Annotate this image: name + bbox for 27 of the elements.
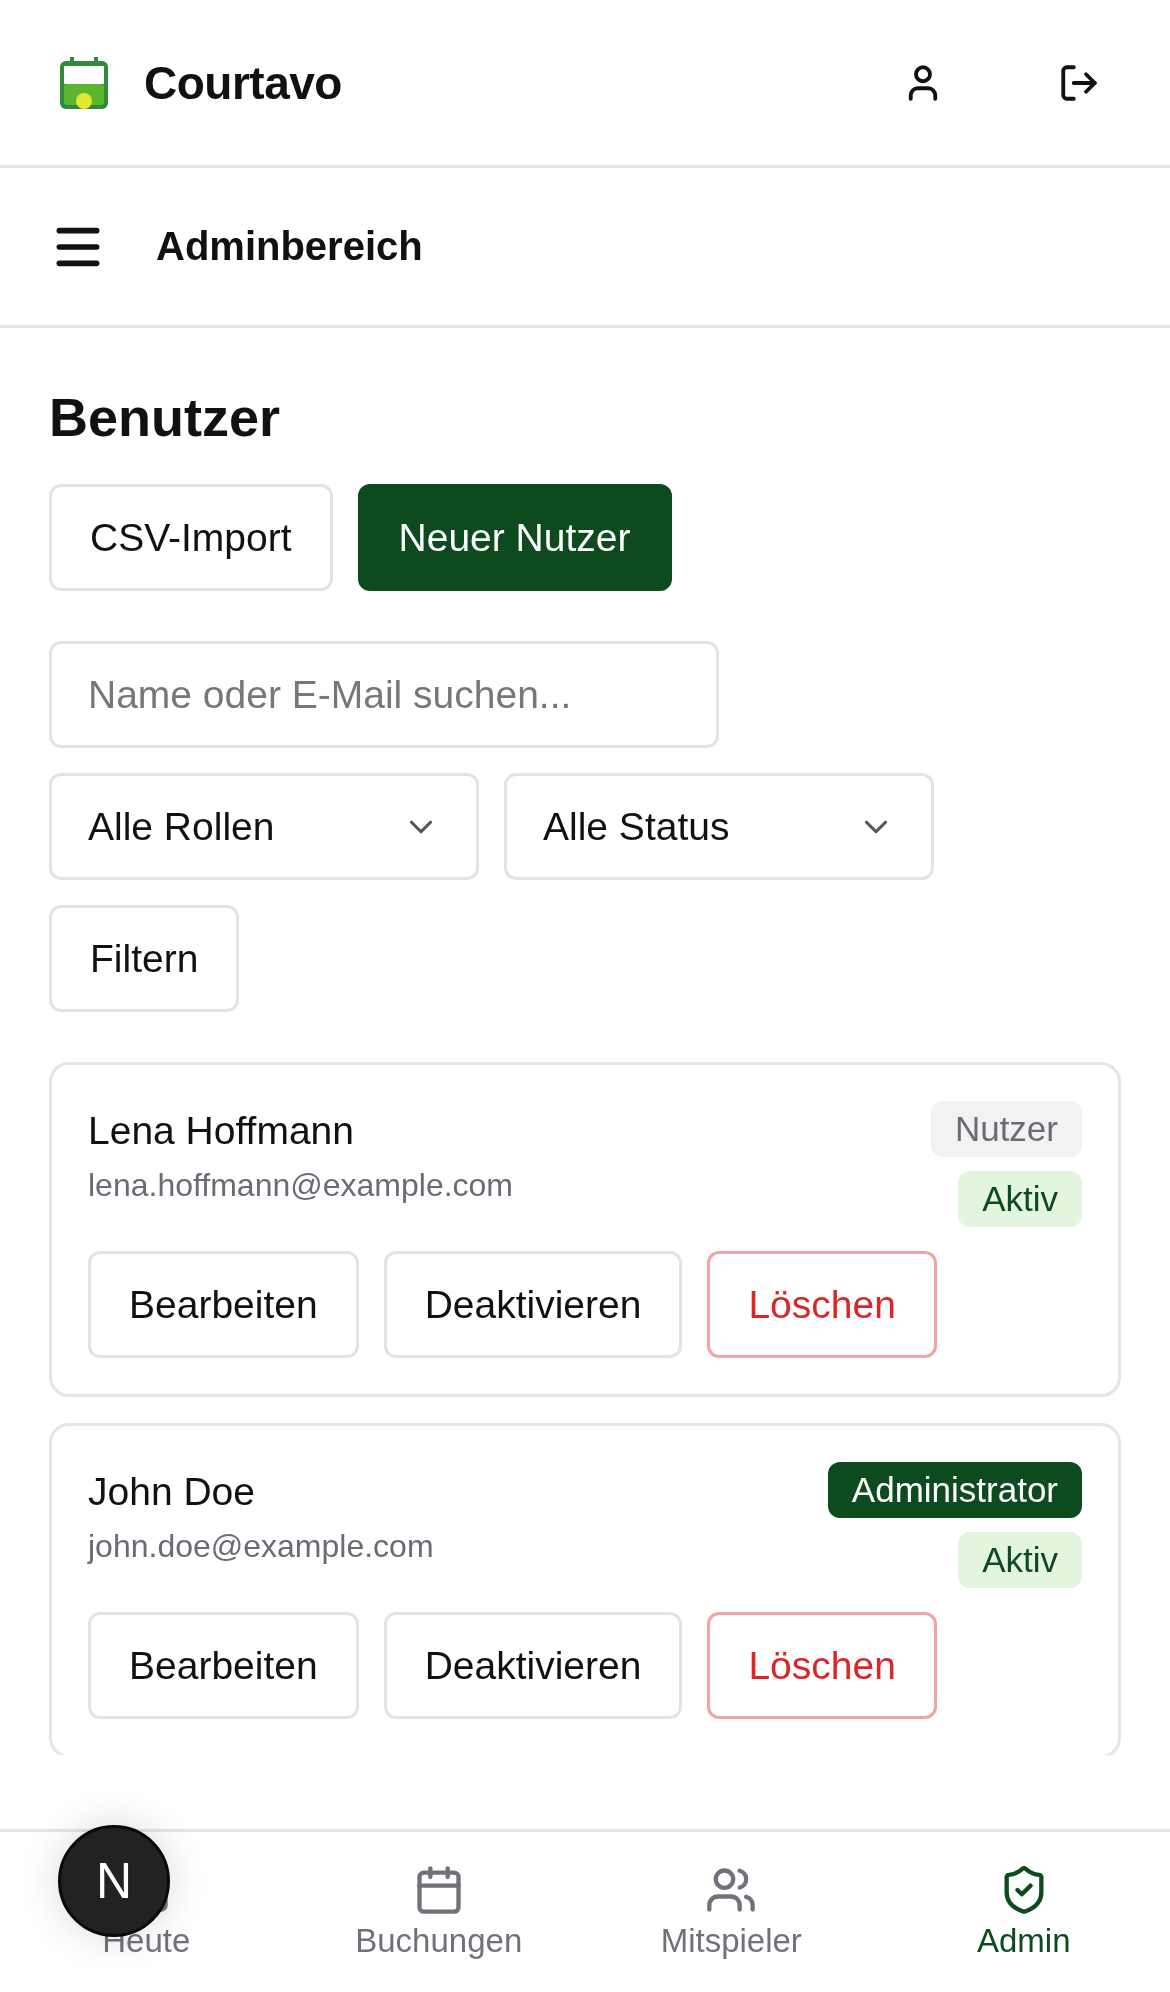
user-name: Lena Hoffmann bbox=[88, 1109, 355, 1153]
user-email: john.doe@example.com bbox=[88, 1528, 434, 1565]
delete-button[interactable]: Löschen bbox=[707, 1251, 937, 1358]
import-button[interactable]: CSV-Import bbox=[49, 484, 333, 591]
brand-name: Courtavo bbox=[144, 55, 343, 110]
action-button[interactable]: Bearbeiten bbox=[88, 1612, 359, 1719]
status-badge: Aktiv bbox=[958, 1532, 1082, 1588]
user-name: John Doe bbox=[88, 1470, 256, 1514]
delete-button[interactable]: Löschen bbox=[707, 1612, 937, 1719]
filter-select[interactable]: Alle Rollen bbox=[49, 773, 479, 880]
filter-button[interactable]: Filtern bbox=[49, 905, 240, 1012]
role-badge: Administrator bbox=[827, 1462, 1082, 1518]
action-button[interactable]: Deaktivieren bbox=[383, 1612, 683, 1719]
filter-select[interactable]: Alle Status bbox=[504, 773, 934, 880]
logo-icon bbox=[58, 54, 110, 111]
new-user-button[interactable]: Neuer Nutzer bbox=[357, 484, 672, 591]
status-badge: Aktiv bbox=[958, 1171, 1082, 1227]
role-badge: Nutzer bbox=[930, 1101, 1082, 1157]
nav-tab[interactable]: Admin bbox=[877, 1832, 1170, 1992]
search-field[interactable]: Name oder E-Mail suchen... bbox=[49, 641, 719, 748]
section-title: Adminbereich bbox=[156, 224, 423, 269]
nav-tab[interactable]: Buchungen bbox=[292, 1832, 585, 1992]
user-email: lena.hoffmann@example.com bbox=[88, 1167, 513, 1204]
nav-tab[interactable]: Mitspieler bbox=[585, 1832, 878, 1992]
page-title: Benutzer bbox=[49, 386, 282, 448]
action-button[interactable]: Bearbeiten bbox=[88, 1251, 359, 1358]
action-button[interactable]: Deaktivieren bbox=[383, 1251, 683, 1358]
